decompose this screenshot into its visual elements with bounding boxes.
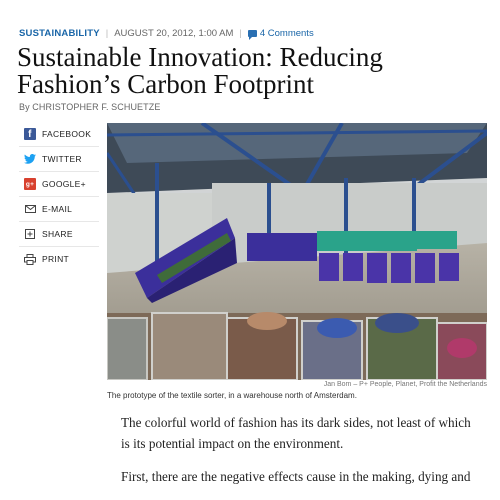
section-link[interactable]: SUSTAINABILITY: [19, 28, 100, 39]
article-meta: SUSTAINABILITY | AUGUST 20, 2012, 1:00 A…: [19, 28, 314, 40]
paragraph: The colorful world of fashion has its da…: [121, 415, 471, 451]
email-icon: [24, 203, 36, 215]
share-icon: [24, 228, 36, 240]
comment-icon: [247, 30, 257, 40]
paragraph: First, there are the negative effects ca…: [121, 469, 471, 484]
share-more-label: SHARE: [42, 229, 73, 239]
comments-count: 4 Comments: [259, 28, 314, 39]
google-plus-icon: g+: [24, 178, 36, 190]
facebook-icon: f: [24, 128, 36, 140]
share-tools: f FACEBOOK TWITTER g+ GOOGLE+ E-MAIL SHA…: [19, 122, 99, 271]
meta-divider: |: [239, 28, 242, 39]
title-line-1: Sustainable Innovation: Reducing: [17, 42, 383, 72]
comments-link[interactable]: 4 Comments: [247, 28, 314, 40]
article-body: The colorful world of fashion has its da…: [121, 412, 481, 499]
share-google-label: GOOGLE+: [42, 179, 86, 189]
article-title: Sustainable Innovation: Reducing Fashion…: [17, 44, 487, 98]
twitter-icon: [24, 153, 36, 165]
photo-caption: The prototype of the textile sorter, in …: [107, 391, 357, 400]
share-facebook[interactable]: f FACEBOOK: [19, 122, 99, 147]
print-icon: [24, 253, 36, 265]
share-facebook-label: FACEBOOK: [42, 129, 92, 139]
share-twitter-label: TWITTER: [42, 154, 82, 164]
share-more[interactable]: SHARE: [19, 222, 99, 247]
photo-credit: Jan Bom – P+ People, Planet, Profit the …: [323, 381, 487, 388]
share-email-label: E-MAIL: [42, 204, 73, 214]
title-line-2: Fashion’s Carbon Footprint: [17, 69, 315, 99]
article-date: AUGUST 20, 2012, 1:00 AM: [114, 28, 234, 39]
share-twitter[interactable]: TWITTER: [19, 147, 99, 172]
share-print[interactable]: PRINT: [19, 247, 99, 271]
share-print-label: PRINT: [42, 254, 69, 264]
article-photo: [107, 123, 487, 380]
meta-divider: |: [105, 28, 109, 39]
share-google-plus[interactable]: g+ GOOGLE+: [19, 172, 99, 197]
byline: By CHRISTOPHER F. SCHUETZE: [19, 102, 161, 112]
share-email[interactable]: E-MAIL: [19, 197, 99, 222]
